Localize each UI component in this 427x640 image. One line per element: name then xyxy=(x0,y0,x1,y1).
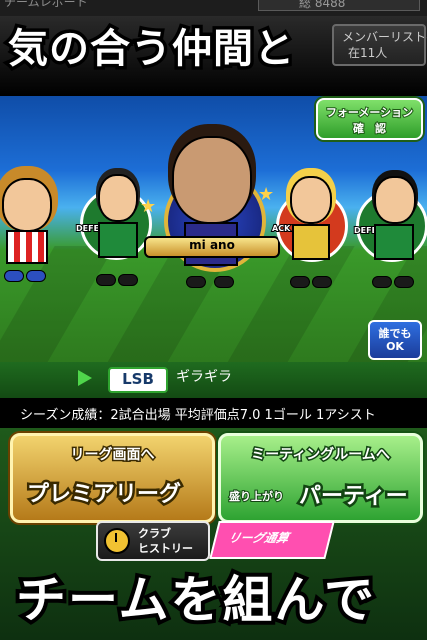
player-shoe xyxy=(394,276,414,288)
player-head xyxy=(290,176,332,224)
anyone-ok-button[interactable]: 誰でも OK xyxy=(368,320,422,360)
total-label: 総 8488 xyxy=(258,0,420,11)
player-shoe xyxy=(186,276,206,288)
player-jersey xyxy=(292,224,330,260)
promo-headline-top: 気の合う仲間と xyxy=(5,23,298,76)
meeting-room-label: ミーティングルームへ xyxy=(250,446,392,465)
player-card-5[interactable]: DEFENSE xyxy=(352,176,427,296)
league-stats-button[interactable]: リーグ通算 xyxy=(209,521,335,559)
pitch-area: フォーメーション 確 認 DEFENSE mi ano ★ ★ ACK xyxy=(0,96,427,362)
player-shoe xyxy=(4,270,24,282)
position-text: LSB xyxy=(122,370,154,388)
star-icon: ★ xyxy=(140,196,157,217)
player-card-4[interactable]: ACK xyxy=(271,176,348,296)
season-stats-bar: シーズン成績：2試合出場 平均評価点7.0 1ゴール 1アシスト xyxy=(0,398,427,428)
position-label: ACK xyxy=(271,223,291,234)
player-shoe xyxy=(26,270,46,282)
anyone-label: 誰でも xyxy=(378,327,412,340)
ok-label: OK xyxy=(386,340,404,353)
featured-player-card[interactable]: mi ano ★ ★ xyxy=(140,136,280,306)
player-shoe xyxy=(118,274,138,286)
player-shoe xyxy=(96,274,116,286)
player-name: ギラギラ xyxy=(176,369,232,385)
league-stats-label: リーグ通算 xyxy=(226,531,291,545)
formation-check-button[interactable]: フォーメーション 確 認 xyxy=(316,98,423,140)
team-report-label: チームレポート xyxy=(4,0,88,9)
player-head xyxy=(172,136,252,224)
top-status-strip: チームレポート 総 8488 xyxy=(0,0,427,16)
meeting-room-button[interactable]: ミーティングルームへ 盛り上がり パーティー xyxy=(218,433,423,523)
player-jersey xyxy=(98,222,138,258)
player-card-1[interactable] xyxy=(0,174,66,284)
player-nameplate: mi ano xyxy=(144,236,280,258)
player-shoe xyxy=(214,276,234,288)
league-screen-label: リーグ画面へ xyxy=(69,446,156,465)
player-jersey xyxy=(6,230,48,264)
position-badge: LSB xyxy=(108,367,168,393)
league-screen-button[interactable]: リーグ画面へ プレミアリーグ xyxy=(10,433,215,523)
player-head xyxy=(2,178,52,232)
season-stats-text: シーズン成績：2試合出場 平均評価点7.0 1ゴール 1アシスト xyxy=(20,408,376,423)
party-label: パーティー xyxy=(297,482,411,512)
promo-headline-bottom: チームを組んで xyxy=(12,567,378,633)
lively-label: 盛り上がり xyxy=(228,489,285,504)
player-head xyxy=(98,174,138,222)
member-list-label: メンバーリストへ xyxy=(342,30,427,44)
player-shoe xyxy=(290,276,310,288)
player-jersey xyxy=(374,224,414,260)
premier-league-label: プレミアリーグ xyxy=(24,480,183,510)
club-history-button[interactable]: クラブ ヒストリー xyxy=(96,521,210,561)
clock-icon xyxy=(104,528,130,554)
member-count-label: 在11人 xyxy=(348,46,388,60)
player-shoe xyxy=(312,276,332,288)
member-list-button[interactable]: メンバーリストへ 在11人 xyxy=(332,24,427,66)
player-shoe xyxy=(372,276,392,288)
player-head xyxy=(374,176,416,224)
club-label: クラブ xyxy=(138,527,171,540)
formation-label: フォーメーション xyxy=(325,105,414,120)
formation-confirm-label: 確 認 xyxy=(352,121,387,136)
arrow-right-icon xyxy=(78,370,92,386)
history-label: ヒストリー xyxy=(138,542,193,555)
